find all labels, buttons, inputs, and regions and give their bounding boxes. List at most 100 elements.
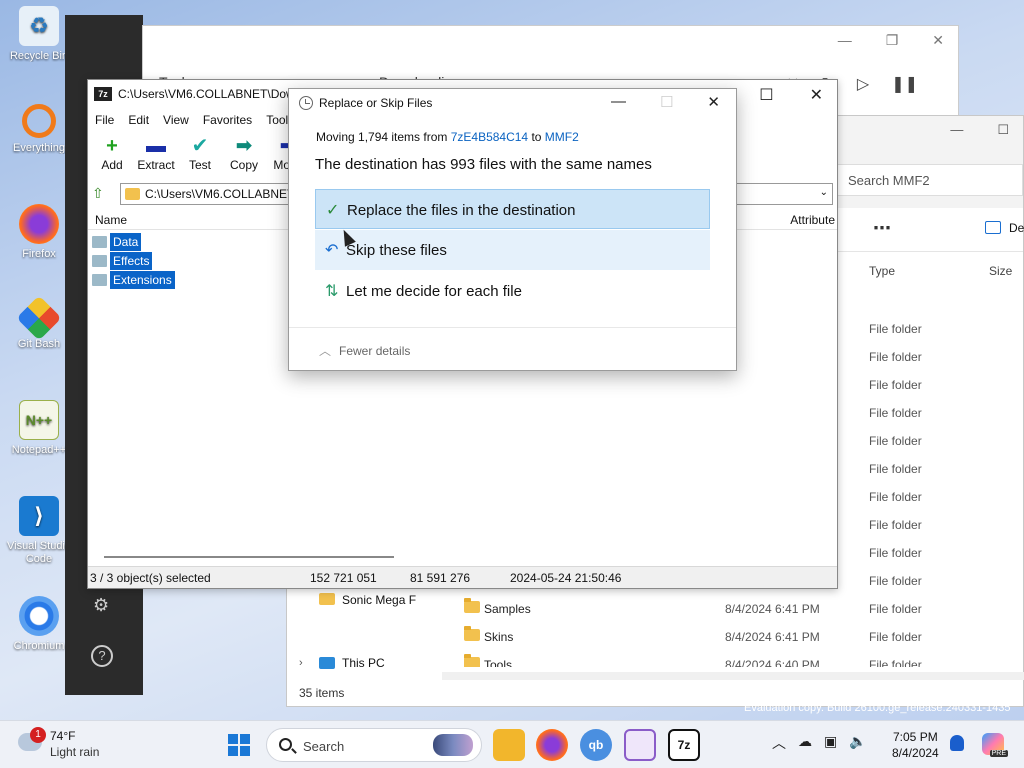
folder-icon — [464, 626, 480, 641]
clock-date: 8/4/2024 — [892, 746, 939, 760]
status-size: 152 721 051 — [310, 571, 377, 585]
desktop-icon-notepad-plus-plus[interactable]: N++ Notepad++ — [4, 400, 74, 456]
copilot-icon[interactable]: PRE — [982, 733, 1008, 757]
column-header-name[interactable]: Name — [95, 213, 127, 227]
network-icon[interactable]: ▣ — [824, 733, 837, 753]
close-icon[interactable]: ✕ — [932, 32, 944, 49]
qbittorrent-taskbar-icon[interactable]: qb — [580, 729, 612, 761]
column-header-attributes[interactable]: Attribute — [790, 213, 835, 227]
folder-icon — [92, 255, 107, 267]
pause-icon[interactable]: ❚❚ — [891, 74, 918, 94]
status-modified: 2024-05-24 21:50:46 — [510, 571, 622, 585]
compare-files-icon: ⇅ — [325, 283, 339, 300]
minimize-icon[interactable]: — — [950, 122, 963, 138]
desktop-icon-vscode[interactable]: ⟩ Visual Studio Code — [4, 496, 74, 566]
fewer-details-toggle[interactable]: ︿ Fewer details — [319, 342, 410, 359]
moving-summary: Moving 1,794 items from 7zE4B584C14 to M… — [316, 130, 579, 144]
desktop-icon-chromium[interactable]: Chromium — [4, 596, 74, 652]
system-tray: ︿ ☁ ▣ 🔈 — [772, 733, 867, 753]
desktop-icon-git-bash[interactable]: Git Bash — [4, 295, 74, 350]
row-type: File folder — [869, 490, 922, 504]
table-row[interactable]: Samples 8/4/2024 6:41 PM File folder — [462, 595, 1022, 623]
menu-edit[interactable]: Edit — [121, 110, 156, 132]
clock-icon — [299, 96, 313, 110]
minimize-icon[interactable]: — — [611, 93, 626, 111]
folder-icon — [464, 654, 480, 667]
help-icon[interactable]: ? — [91, 645, 113, 667]
explorer-status-item-count: 35 items — [299, 686, 345, 700]
close-icon[interactable]: ✕ — [707, 93, 720, 111]
source-folder-link[interactable]: 7zE4B584C14 — [451, 130, 528, 144]
explorer-search-input[interactable]: Search MMF2 — [833, 164, 1023, 196]
decide-each-file-button[interactable]: ⇅ Let me decide for each file — [315, 271, 710, 311]
details-pane-icon[interactable] — [985, 221, 1001, 234]
close-icon[interactable]: ✕ — [810, 85, 823, 105]
horizontal-scrollbar[interactable] — [442, 672, 1024, 680]
checkmark-icon: ✓ — [326, 202, 340, 219]
firefox-taskbar-icon[interactable] — [536, 729, 568, 761]
play-icon[interactable]: ▷ — [857, 74, 869, 94]
replace-files-button[interactable]: ✓ Replace the files in the destination — [315, 189, 710, 229]
volume-icon[interactable]: 🔈 — [849, 733, 866, 753]
test-button[interactable]: ✔ Test — [180, 134, 220, 178]
windows-logo-icon — [228, 734, 238, 744]
desktop-icon-recycle-bin[interactable]: ♻ Recycle Bin — [4, 6, 74, 62]
taskbar-search-box[interactable]: Search — [266, 728, 482, 762]
table-row[interactable]: Tools 8/4/2024 6:40 PM File folder — [462, 651, 1022, 667]
menu-file[interactable]: File — [88, 110, 121, 132]
extract-button[interactable]: ▬ Extract — [136, 134, 176, 178]
details-button-label[interactable]: De — [1009, 221, 1024, 235]
chevron-down-icon[interactable]: ⌄ — [820, 187, 828, 198]
vscode-icon: ⟩ — [19, 496, 59, 536]
column-header-size[interactable]: Size — [989, 264, 1012, 278]
copy-button[interactable]: ➡ Copy — [224, 134, 264, 178]
replace-or-skip-dialog: Replace or Skip Files — ☐ ✕ Moving 1,794… — [288, 88, 737, 371]
start-button[interactable] — [228, 734, 250, 756]
7zip-toolbar: + Add ▬ Extract ✔ Test ➡ Copy ➡ Move — [92, 134, 308, 178]
chevron-up-icon[interactable]: ︿ — [772, 733, 786, 753]
notification-badge: 1 — [30, 727, 46, 743]
menu-view[interactable]: View — [156, 110, 196, 132]
undo-arrow-icon: ↶ — [325, 242, 339, 259]
minimize-icon[interactable]: — — [838, 32, 852, 49]
maximize-icon[interactable]: ❐ — [886, 32, 899, 49]
sliders-icon[interactable]: ⚙ — [93, 595, 109, 616]
7zip-taskbar-icon[interactable]: 7z — [668, 729, 700, 761]
taskbar-clock[interactable]: 7:05 PM 8/4/2024 — [892, 729, 939, 761]
desktop-icon-everything[interactable]: Everything — [4, 104, 74, 154]
weather-condition: Light rain — [50, 745, 100, 759]
dialog-title-bar: Replace or Skip Files — ☐ ✕ — [289, 89, 736, 117]
destination-folder-link[interactable]: MMF2 — [545, 130, 579, 144]
folder-up-icon[interactable]: ⇧ — [92, 185, 112, 203]
maximize-icon[interactable]: ☐ — [759, 85, 773, 105]
add-button[interactable]: + Add — [92, 134, 132, 178]
dialog-window-controls: — ☐ ✕ — [611, 93, 720, 111]
notepad-plus-plus-icon: N++ — [19, 400, 59, 440]
menu-favorites[interactable]: Favorites — [196, 110, 259, 132]
explorer-window-controls: — ☐ — [950, 122, 1009, 138]
table-row[interactable]: Skins 8/4/2024 6:41 PM File folder — [462, 623, 1022, 651]
test-icon: ✔ — [191, 135, 209, 157]
onedrive-icon[interactable]: ☁ — [798, 733, 812, 753]
row-type: File folder — [869, 322, 922, 336]
notes-taskbar-icon[interactable] — [624, 729, 656, 761]
horizontal-scrollbar[interactable] — [104, 556, 394, 558]
copy-icon: ➡ — [235, 135, 253, 157]
chevron-right-icon[interactable]: › — [299, 657, 303, 669]
row-type: File folder — [869, 462, 922, 476]
notification-bell-icon[interactable] — [950, 735, 964, 751]
taskbar: 1 74°F Light rain Search qb 7z ︿ ☁ ▣ 🔈 7… — [0, 720, 1024, 768]
status-packed-size: 81 591 276 — [410, 571, 471, 585]
skip-files-button[interactable]: ↶ Skip these files — [315, 230, 710, 270]
folder-icon — [464, 598, 480, 613]
column-header-type[interactable]: Type — [869, 264, 895, 278]
more-options-icon[interactable]: ⋯ — [873, 218, 891, 239]
desktop-icon-firefox[interactable]: Firefox — [4, 204, 74, 260]
file-explorer-taskbar-icon[interactable] — [493, 729, 525, 761]
nav-item-sonic[interactable]: Sonic Mega F — [342, 593, 416, 607]
dialog-title: Replace or Skip Files — [319, 96, 433, 110]
nav-item-this-pc[interactable]: This PC — [342, 656, 385, 670]
row-type: File folder — [869, 350, 922, 364]
extract-icon: ▬ — [146, 135, 166, 157]
maximize-icon[interactable]: ☐ — [997, 122, 1009, 138]
